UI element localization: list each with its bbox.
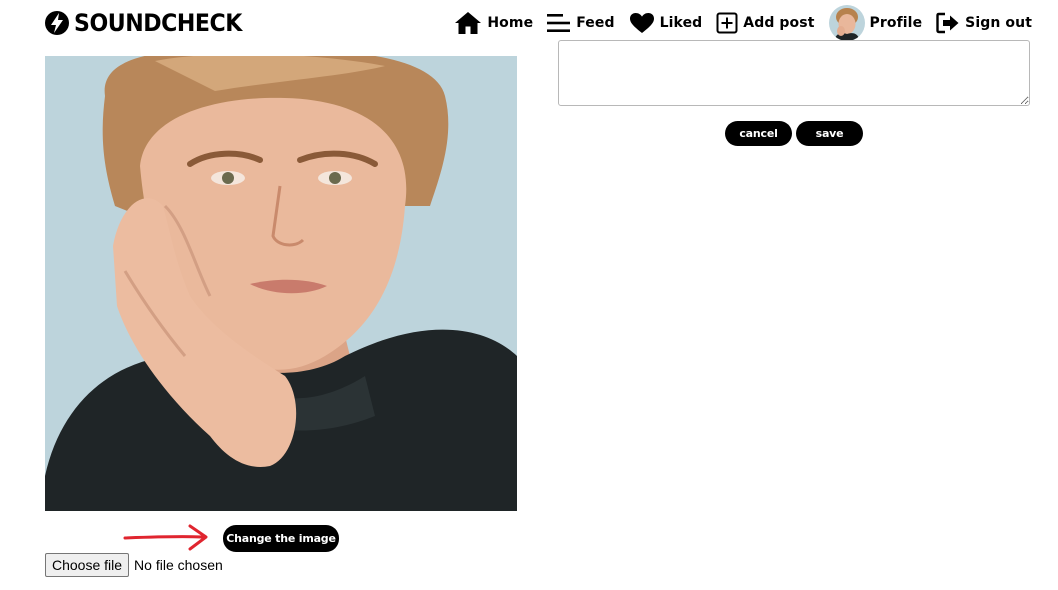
change-image-button[interactable]: Change the image <box>223 525 339 552</box>
feed-icon <box>547 14 571 32</box>
nav-sign-out-label: Sign out <box>965 15 1032 31</box>
avatar <box>828 5 865 41</box>
save-button[interactable]: save <box>796 121 863 146</box>
heart-icon <box>629 13 654 33</box>
nav-liked[interactable]: Liked <box>629 12 703 34</box>
bio-textarea[interactable] <box>558 40 1030 106</box>
profile-image <box>45 56 517 511</box>
brand-logo[interactable]: SOUNDCHECK <box>44 9 257 37</box>
nav-sign-out[interactable]: Sign out <box>936 12 1032 34</box>
cancel-button[interactable]: cancel <box>725 121 792 146</box>
add-post-icon <box>716 12 738 34</box>
nav-home-label: Home <box>487 15 534 31</box>
nav-profile[interactable]: Profile <box>828 5 923 41</box>
nav-feed-label: Feed <box>576 15 615 31</box>
brand-name: SOUNDCHECK <box>74 9 242 37</box>
sign-out-icon <box>936 12 959 34</box>
bolt-logo-icon <box>45 11 69 35</box>
file-status-text: No file chosen <box>134 557 223 573</box>
nav-liked-label: Liked <box>659 15 703 31</box>
nav-add-post-label: Add post <box>743 15 815 31</box>
nav-feed[interactable]: Feed <box>547 13 615 33</box>
nav-add-post[interactable]: Add post <box>716 12 814 34</box>
nav-menu: Home Feed Liked Add post Profile Sign ou… <box>454 5 1032 41</box>
annotation-arrow-icon <box>123 524 208 551</box>
file-input: Choose file No file chosen <box>45 553 223 577</box>
choose-file-button[interactable]: Choose file <box>45 553 130 577</box>
home-icon <box>455 12 482 34</box>
nav-home[interactable]: Home <box>454 11 533 35</box>
nav-profile-label: Profile <box>869 15 923 31</box>
